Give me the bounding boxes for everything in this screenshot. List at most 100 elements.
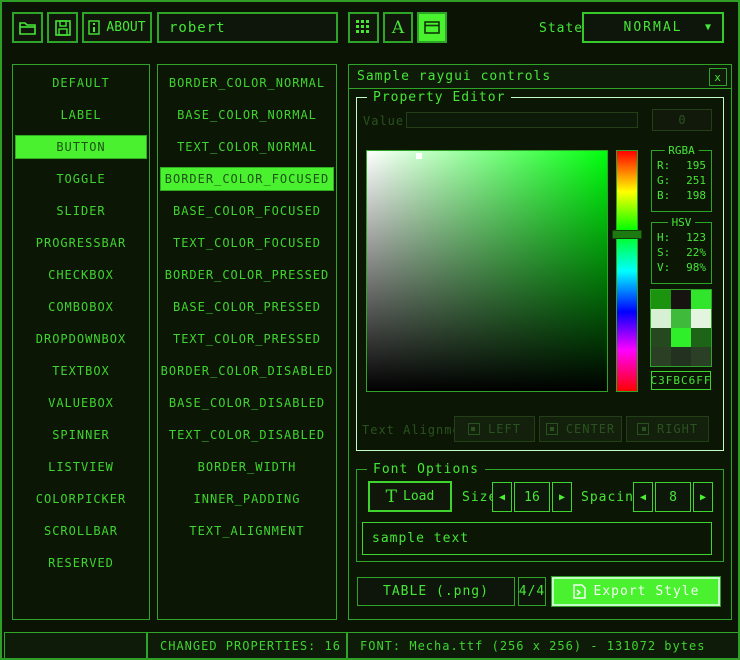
font-load-label: Load: [403, 489, 434, 504]
property-item[interactable]: BORDER_COLOR_DISABLED: [160, 359, 334, 383]
swatch[interactable]: [651, 290, 671, 309]
sample-window-title: Sample raygui controls: [357, 69, 551, 84]
property-editor-label: Property Editor: [367, 90, 511, 105]
arrow-left-icon: ◀: [640, 492, 646, 503]
property-item-selected[interactable]: BORDER_COLOR_FOCUSED: [160, 167, 334, 191]
align-center-icon: [546, 423, 558, 435]
property-item[interactable]: TEXT_COLOR_NORMAL: [160, 135, 334, 159]
control-item-valuebox[interactable]: VALUEBOX: [15, 391, 147, 415]
swatch[interactable]: [671, 290, 691, 309]
property-item[interactable]: BORDER_WIDTH: [160, 455, 334, 479]
floppy-icon: [55, 20, 71, 36]
control-item-listview[interactable]: LISTVIEW: [15, 455, 147, 479]
font-info-text: FONT: Mecha.ttf (256 x 256) - 131072 byt…: [360, 639, 705, 653]
v-label: V:: [657, 261, 670, 274]
hue-bar[interactable]: [616, 150, 638, 392]
property-item[interactable]: TEXT_COLOR_FOCUSED: [160, 231, 334, 255]
control-item-spinner[interactable]: SPINNER: [15, 423, 147, 447]
window-mode-button[interactable]: [417, 12, 447, 43]
size-increase-button[interactable]: ▶: [552, 482, 572, 512]
g-label: G:: [657, 174, 670, 187]
property-item[interactable]: BORDER_COLOR_PRESSED: [160, 263, 334, 287]
info-icon: [88, 20, 100, 35]
control-item-toggle[interactable]: TOGGLE: [15, 167, 147, 191]
properties-listview: BORDER_COLOR_NORMAL BASE_COLOR_NORMAL TE…: [157, 64, 337, 620]
property-item[interactable]: BASE_COLOR_NORMAL: [160, 103, 334, 127]
save-style-button[interactable]: [47, 12, 78, 43]
style-name-input[interactable]: robert: [157, 12, 338, 43]
export-counter-value: 4/4: [519, 584, 545, 599]
control-item-combobox[interactable]: COMBOBOX: [15, 295, 147, 319]
open-style-button[interactable]: [12, 12, 43, 43]
property-item[interactable]: BORDER_COLOR_NORMAL: [160, 71, 334, 95]
control-item-textbox[interactable]: TEXTBOX: [15, 359, 147, 383]
align-center-label: CENTER: [566, 422, 615, 436]
control-item-slider[interactable]: SLIDER: [15, 199, 147, 223]
align-right-label: RIGHT: [657, 422, 698, 436]
hex-color-input[interactable]: C3FBC6FF: [651, 371, 711, 390]
control-item-reserved[interactable]: RESERVED: [15, 551, 147, 575]
property-item[interactable]: INNER_PADDING: [160, 487, 334, 511]
value-slider[interactable]: [406, 112, 638, 128]
rguistyler-window: ABOUT robert A State: NORMAL ▼ DEFAULT L…: [0, 0, 740, 660]
statusbar-changed-properties: CHANGED PROPERTIES: 16: [147, 632, 347, 660]
property-item[interactable]: BASE_COLOR_FOCUSED: [160, 199, 334, 223]
property-item[interactable]: TEXT_COLOR_PRESSED: [160, 327, 334, 351]
sample-text-value: sample text: [372, 531, 469, 546]
property-item[interactable]: TEXT_ALIGNMENT: [160, 519, 334, 543]
sample-text-input[interactable]: sample text: [362, 522, 712, 555]
sample-window-titlebar[interactable]: Sample raygui controls x: [349, 65, 731, 89]
v-value: 98%: [686, 261, 706, 274]
swatch[interactable]: [691, 328, 711, 347]
chevron-down-icon: ▼: [705, 22, 713, 33]
spacing-value-box[interactable]: 8: [655, 482, 691, 512]
font-load-button[interactable]: T Load: [368, 481, 452, 512]
font-mode-button[interactable]: A: [383, 12, 413, 43]
swatch[interactable]: [651, 328, 671, 347]
control-item-button[interactable]: BUTTON: [15, 135, 147, 159]
control-item-scrollbar[interactable]: SCROLLBAR: [15, 519, 147, 543]
export-format-dropdown[interactable]: TABLE (.png): [357, 577, 515, 606]
color-picker-cursor[interactable]: [416, 153, 422, 159]
swatch[interactable]: [671, 328, 691, 347]
size-value: 16: [524, 490, 540, 505]
size-decrease-button[interactable]: ◀: [492, 482, 512, 512]
control-item-colorpicker[interactable]: COLORPICKER: [15, 487, 147, 511]
control-item-dropdownbox[interactable]: DROPDOWNBOX: [15, 327, 147, 351]
value-box[interactable]: 0: [652, 109, 712, 131]
control-item-progressbar[interactable]: PROGRESSBAR: [15, 231, 147, 255]
hsv-groupbox: HSV H:123 S:22% V:98%: [651, 222, 712, 284]
control-item-default[interactable]: DEFAULT: [15, 71, 147, 95]
property-item[interactable]: TEXT_COLOR_DISABLED: [160, 423, 334, 447]
swatch[interactable]: [691, 290, 711, 309]
swatch[interactable]: [651, 347, 671, 366]
property-item[interactable]: BASE_COLOR_PRESSED: [160, 295, 334, 319]
spacing-increase-button[interactable]: ▶: [693, 482, 713, 512]
edit-mode-button[interactable]: [348, 12, 379, 43]
align-center-button[interactable]: CENTER: [539, 416, 622, 442]
swatch[interactable]: [671, 309, 691, 328]
color-picker-panel[interactable]: [366, 150, 608, 392]
swatch[interactable]: [691, 309, 711, 328]
arrow-left-icon: ◀: [499, 492, 505, 503]
swatch[interactable]: [651, 309, 671, 328]
state-dropdown[interactable]: NORMAL ▼: [582, 12, 724, 43]
hue-handle[interactable]: [612, 230, 642, 239]
align-right-button[interactable]: RIGHT: [626, 416, 709, 442]
export-style-button[interactable]: Export Style: [552, 577, 720, 606]
close-button[interactable]: x: [709, 68, 727, 86]
s-label: S:: [657, 246, 670, 259]
swatch[interactable]: [671, 347, 691, 366]
style-color-swatches: [650, 289, 712, 367]
swatch[interactable]: [691, 347, 711, 366]
about-button[interactable]: ABOUT: [82, 12, 152, 43]
align-left-button[interactable]: LEFT: [454, 416, 535, 442]
font-load-t-icon: T: [386, 487, 397, 507]
property-item[interactable]: BASE_COLOR_DISABLED: [160, 391, 334, 415]
size-value-box[interactable]: 16: [514, 482, 550, 512]
spacing-decrease-button[interactable]: ◀: [633, 482, 653, 512]
control-item-checkbox[interactable]: CHECKBOX: [15, 263, 147, 287]
control-item-label[interactable]: LABEL: [15, 103, 147, 127]
h-label: H:: [657, 231, 670, 244]
b-value: 198: [686, 189, 706, 202]
